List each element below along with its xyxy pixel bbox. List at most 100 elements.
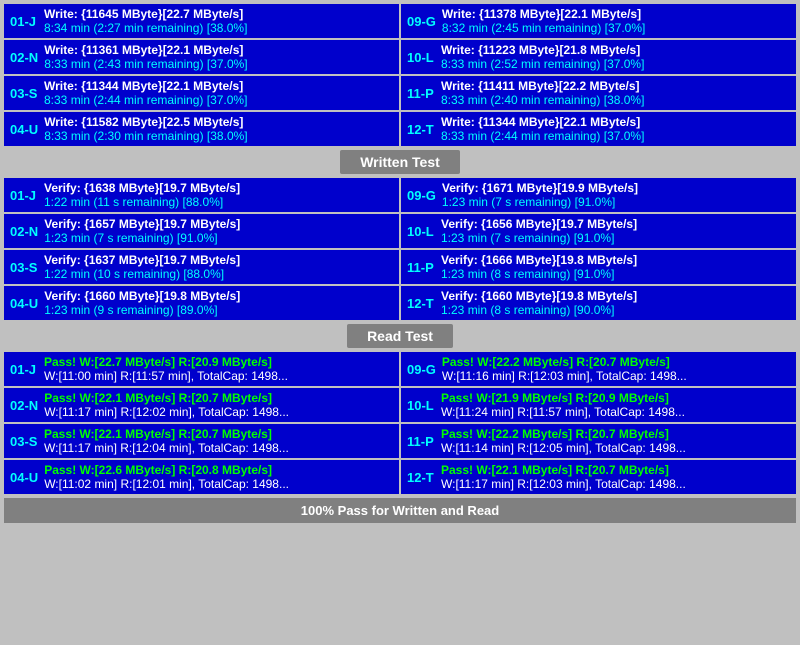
device-info: Pass! W:[22.1 MByte/s] R:[20.7 MByte/s] … bbox=[44, 427, 393, 455]
list-item: 12-T Write: {11344 MByte}[22.1 MByte/s] … bbox=[401, 112, 796, 146]
device-line2: 1:23 min (8 s remaining) [90.0%] bbox=[441, 303, 790, 317]
read-left-col: 01-J Pass! W:[22.7 MByte/s] R:[20.9 MByt… bbox=[4, 352, 399, 494]
device-line1: Write: {11223 MByte}[21.8 MByte/s] bbox=[441, 43, 790, 57]
device-line1: Write: {11411 MByte}[22.2 MByte/s] bbox=[441, 79, 790, 93]
device-line2: 1:23 min (7 s remaining) [91.0%] bbox=[44, 231, 393, 245]
device-id: 04-U bbox=[10, 463, 38, 491]
list-item: 10-L Write: {11223 MByte}[21.8 MByte/s] … bbox=[401, 40, 796, 74]
device-line1: Pass! W:[22.6 MByte/s] R:[20.8 MByte/s] bbox=[44, 463, 393, 477]
footer-text: 100% Pass for Written and Read bbox=[301, 503, 499, 518]
list-item: 04-U Verify: {1660 MByte}[19.8 MByte/s] … bbox=[4, 286, 399, 320]
device-line1: Write: {11344 MByte}[22.1 MByte/s] bbox=[44, 79, 393, 93]
device-id: 02-N bbox=[10, 43, 38, 71]
list-item: 01-J Write: {11645 MByte}[22.7 MByte/s] … bbox=[4, 4, 399, 38]
verify-grid: 01-J Verify: {1638 MByte}[19.7 MByte/s] … bbox=[4, 178, 796, 320]
device-id: 01-J bbox=[10, 355, 38, 383]
device-id: 02-N bbox=[10, 217, 38, 245]
verify-right-col: 09-G Verify: {1671 MByte}[19.9 MByte/s] … bbox=[401, 178, 796, 320]
device-info: Write: {11411 MByte}[22.2 MByte/s] 8:33 … bbox=[441, 79, 790, 107]
device-id: 10-L bbox=[407, 43, 435, 71]
list-item: 09-G Write: {11378 MByte}[22.1 MByte/s] … bbox=[401, 4, 796, 38]
verify-section: 01-J Verify: {1638 MByte}[19.7 MByte/s] … bbox=[4, 178, 796, 348]
list-item: 09-G Pass! W:[22.2 MByte/s] R:[20.7 MByt… bbox=[401, 352, 796, 386]
device-line2: 8:34 min (2:27 min remaining) [38.0%] bbox=[44, 21, 393, 35]
device-info: Verify: {1671 MByte}[19.9 MByte/s] 1:23 … bbox=[442, 181, 790, 209]
device-id: 03-S bbox=[10, 253, 38, 281]
device-line2: 1:22 min (10 s remaining) [88.0%] bbox=[44, 267, 393, 281]
device-line2: 8:33 min (2:52 min remaining) [37.0%] bbox=[441, 57, 790, 71]
device-line2: W:[11:00 min] R:[11:57 min], TotalCap: 1… bbox=[44, 369, 393, 383]
device-line2: 1:23 min (7 s remaining) [91.0%] bbox=[441, 231, 790, 245]
device-info: Verify: {1656 MByte}[19.7 MByte/s] 1:23 … bbox=[441, 217, 790, 245]
device-line1: Verify: {1638 MByte}[19.7 MByte/s] bbox=[44, 181, 393, 195]
device-line1: Write: {11645 MByte}[22.7 MByte/s] bbox=[44, 7, 393, 21]
list-item: 12-T Verify: {1660 MByte}[19.8 MByte/s] … bbox=[401, 286, 796, 320]
list-item: 02-N Write: {11361 MByte}[22.1 MByte/s] … bbox=[4, 40, 399, 74]
list-item: 11-P Verify: {1666 MByte}[19.8 MByte/s] … bbox=[401, 250, 796, 284]
device-info: Write: {11378 MByte}[22.1 MByte/s] 8:32 … bbox=[442, 7, 790, 35]
device-id: 01-J bbox=[10, 181, 38, 209]
device-line2: W:[11:14 min] R:[12:05 min], TotalCap: 1… bbox=[441, 441, 790, 455]
device-line1: Write: {11582 MByte}[22.5 MByte/s] bbox=[44, 115, 393, 129]
read-label-container: Read Test bbox=[4, 324, 796, 348]
list-item: 01-J Verify: {1638 MByte}[19.7 MByte/s] … bbox=[4, 178, 399, 212]
list-item: 12-T Pass! W:[22.1 MByte/s] R:[20.7 MByt… bbox=[401, 460, 796, 494]
device-id: 11-P bbox=[407, 427, 435, 455]
device-info: Write: {11361 MByte}[22.1 MByte/s] 8:33 … bbox=[44, 43, 393, 71]
device-line2: 8:33 min (2:30 min remaining) [38.0%] bbox=[44, 129, 393, 143]
list-item: 03-S Pass! W:[22.1 MByte/s] R:[20.7 MByt… bbox=[4, 424, 399, 458]
device-id: 10-L bbox=[407, 391, 435, 419]
read-test-label: Read Test bbox=[347, 324, 453, 348]
device-id: 09-G bbox=[407, 7, 436, 35]
list-item: 02-N Pass! W:[22.1 MByte/s] R:[20.7 MByt… bbox=[4, 388, 399, 422]
device-info: Pass! W:[22.1 MByte/s] R:[20.7 MByte/s] … bbox=[44, 391, 393, 419]
read-right-col: 09-G Pass! W:[22.2 MByte/s] R:[20.7 MByt… bbox=[401, 352, 796, 494]
device-id: 10-L bbox=[407, 217, 435, 245]
device-line1: Verify: {1671 MByte}[19.9 MByte/s] bbox=[442, 181, 790, 195]
write-test-label: Written Test bbox=[340, 150, 460, 174]
device-line1: Pass! W:[22.1 MByte/s] R:[20.7 MByte/s] bbox=[44, 427, 393, 441]
device-line2: W:[11:17 min] R:[12:02 min], TotalCap: 1… bbox=[44, 405, 393, 419]
device-line2: W:[11:16 min] R:[12:03 min], TotalCap: 1… bbox=[442, 369, 790, 383]
device-line1: Pass! W:[21.9 MByte/s] R:[20.9 MByte/s] bbox=[441, 391, 790, 405]
device-line1: Verify: {1637 MByte}[19.7 MByte/s] bbox=[44, 253, 393, 267]
device-line1: Pass! W:[22.1 MByte/s] R:[20.7 MByte/s] bbox=[44, 391, 393, 405]
device-info: Verify: {1660 MByte}[19.8 MByte/s] 1:23 … bbox=[441, 289, 790, 317]
device-info: Write: {11344 MByte}[22.1 MByte/s] 8:33 … bbox=[44, 79, 393, 107]
list-item: 04-U Write: {11582 MByte}[22.5 MByte/s] … bbox=[4, 112, 399, 146]
device-info: Verify: {1637 MByte}[19.7 MByte/s] 1:22 … bbox=[44, 253, 393, 281]
device-info: Verify: {1660 MByte}[19.8 MByte/s] 1:23 … bbox=[44, 289, 393, 317]
footer-bar: 100% Pass for Written and Read bbox=[4, 498, 796, 523]
list-item: 11-P Pass! W:[22.2 MByte/s] R:[20.7 MByt… bbox=[401, 424, 796, 458]
list-item: 03-S Write: {11344 MByte}[22.1 MByte/s] … bbox=[4, 76, 399, 110]
device-id: 09-G bbox=[407, 355, 436, 383]
device-line2: 1:23 min (9 s remaining) [89.0%] bbox=[44, 303, 393, 317]
device-line2: 8:33 min (2:44 min remaining) [37.0%] bbox=[441, 129, 790, 143]
list-item: 10-L Pass! W:[21.9 MByte/s] R:[20.9 MByt… bbox=[401, 388, 796, 422]
device-line2: W:[11:17 min] R:[12:04 min], TotalCap: 1… bbox=[44, 441, 393, 455]
device-line2: 1:23 min (8 s remaining) [91.0%] bbox=[441, 267, 790, 281]
list-item: 02-N Verify: {1657 MByte}[19.7 MByte/s] … bbox=[4, 214, 399, 248]
device-line2: 1:22 min (11 s remaining) [88.0%] bbox=[44, 195, 393, 209]
device-line1: Write: {11361 MByte}[22.1 MByte/s] bbox=[44, 43, 393, 57]
device-info: Pass! W:[22.1 MByte/s] R:[20.7 MByte/s] … bbox=[441, 463, 790, 491]
write-section: 01-J Write: {11645 MByte}[22.7 MByte/s] … bbox=[4, 4, 796, 174]
device-id: 01-J bbox=[10, 7, 38, 35]
device-id: 12-T bbox=[407, 463, 435, 491]
device-line2: 8:33 min (2:40 min remaining) [38.0%] bbox=[441, 93, 790, 107]
device-id: 11-P bbox=[407, 79, 435, 107]
write-right-col: 09-G Write: {11378 MByte}[22.1 MByte/s] … bbox=[401, 4, 796, 146]
device-line1: Write: {11378 MByte}[22.1 MByte/s] bbox=[442, 7, 790, 21]
device-info: Write: {11582 MByte}[22.5 MByte/s] 8:33 … bbox=[44, 115, 393, 143]
device-line1: Verify: {1656 MByte}[19.7 MByte/s] bbox=[441, 217, 790, 231]
device-line1: Pass! W:[22.2 MByte/s] R:[20.7 MByte/s] bbox=[442, 355, 790, 369]
device-id: 09-G bbox=[407, 181, 436, 209]
device-line2: 1:23 min (7 s remaining) [91.0%] bbox=[442, 195, 790, 209]
device-line2: W:[11:24 min] R:[11:57 min], TotalCap: 1… bbox=[441, 405, 790, 419]
device-id: 03-S bbox=[10, 427, 38, 455]
write-grid: 01-J Write: {11645 MByte}[22.7 MByte/s] … bbox=[4, 4, 796, 146]
device-info: Write: {11344 MByte}[22.1 MByte/s] 8:33 … bbox=[441, 115, 790, 143]
device-id: 03-S bbox=[10, 79, 38, 107]
device-id: 04-U bbox=[10, 115, 38, 143]
device-id: 12-T bbox=[407, 289, 435, 317]
